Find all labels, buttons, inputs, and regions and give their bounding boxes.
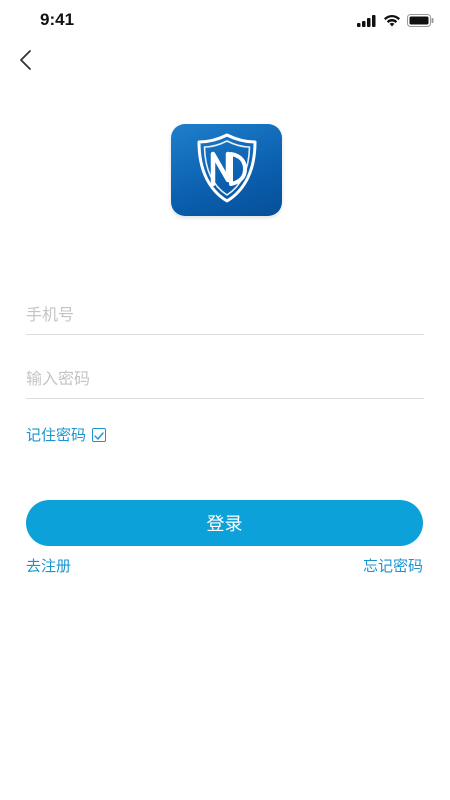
login-button[interactable]: 登录 <box>26 500 423 546</box>
status-icons <box>357 12 434 31</box>
register-link[interactable]: 去注册 <box>26 555 71 576</box>
phone-field <box>26 294 424 335</box>
shield-logo-icon <box>195 132 259 208</box>
remember-password[interactable]: 记住密码 <box>26 424 107 445</box>
status-bar: 9:41 <box>0 0 450 40</box>
status-time: 9:41 <box>40 10 75 29</box>
forgot-password-link[interactable]: 忘记密码 <box>363 555 423 576</box>
password-field <box>26 358 424 399</box>
back-button[interactable] <box>12 48 40 76</box>
password-input[interactable] <box>26 358 424 398</box>
app-logo <box>171 124 282 216</box>
signal-icon <box>357 12 377 31</box>
login-screen: 9:41 手机号 记住密码 登录 去注册 忘记密码 <box>0 0 450 800</box>
wifi-icon <box>383 12 401 31</box>
chevron-left-icon <box>18 49 34 75</box>
phone-input[interactable] <box>26 294 424 334</box>
checkmark-icon <box>94 425 104 444</box>
battery-icon <box>407 12 434 31</box>
remember-checkbox[interactable] <box>92 425 107 444</box>
remember-password-label: 记住密码 <box>26 426 87 444</box>
